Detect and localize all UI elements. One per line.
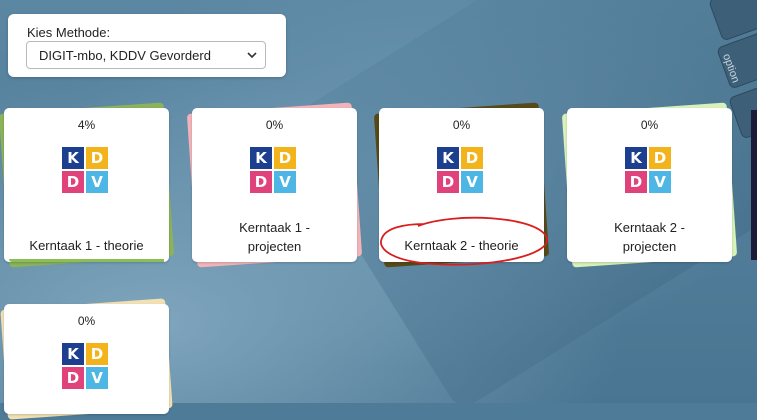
card-face: 0% KD DV Kerntaak 2 - projecten — [567, 108, 732, 262]
method-select[interactable]: DIGIT-mbo, KDDV Gevorderd — [26, 41, 266, 69]
card-title: Kerntaak 2 - theorie — [404, 238, 519, 253]
card-title: Kerntaak 2 - — [614, 220, 685, 235]
partial-card-edge — [751, 110, 757, 260]
progress-percent: 4% — [77, 118, 96, 132]
card-face: 0% KD DV Kerntaak 2 - theorie — [379, 108, 544, 262]
card-face: 0% KD DV Kerntaak 1 - projecten — [192, 108, 357, 262]
kddv-logo: KD DV — [62, 147, 110, 195]
card-face: 0% KD DV — [4, 304, 169, 414]
course-card-kerntaak-2-theorie[interactable]: 0% KD DV Kerntaak 2 - theorie — [373, 102, 550, 268]
method-picker: Kies Methode: DIGIT-mbo, KDDV Gevorderd — [8, 14, 286, 77]
progress-percent: 0% — [77, 314, 96, 328]
progress-percent: 0% — [265, 118, 284, 132]
course-card-kerntaak-2-projecten[interactable]: 0% KD DV Kerntaak 2 - projecten — [561, 102, 738, 268]
chevron-down-icon — [247, 52, 257, 59]
card-face: 4% KD DV Kerntaak 1 - theorie — [4, 108, 169, 262]
method-selected-value: DIGIT-mbo, KDDV Gevorderd — [39, 48, 211, 63]
option-key-label: option — [720, 52, 742, 85]
progress-percent: 0% — [640, 118, 659, 132]
kddv-logo: KD DV — [62, 343, 110, 391]
kddv-logo: KD DV — [437, 147, 485, 195]
kddv-logo: KD DV — [625, 147, 673, 195]
progress-bar — [9, 259, 164, 262]
card-title: Kerntaak 1 - theorie — [29, 238, 144, 253]
course-card-kerntaak-1-projecten[interactable]: 0% KD DV Kerntaak 1 - projecten — [186, 102, 363, 268]
method-label: Kies Methode: — [27, 25, 111, 40]
card-title-line2: projecten — [622, 239, 677, 254]
card-title: Kerntaak 1 - — [239, 220, 310, 235]
progress-percent: 0% — [452, 118, 471, 132]
course-card-kerntaak-1-theorie[interactable]: 4% KD DV Kerntaak 1 - theorie — [0, 102, 175, 268]
card-title-line2: projecten — [247, 239, 302, 254]
kddv-logo: KD DV — [250, 147, 298, 195]
course-card-5[interactable]: 0% KD DV — [0, 298, 173, 420]
